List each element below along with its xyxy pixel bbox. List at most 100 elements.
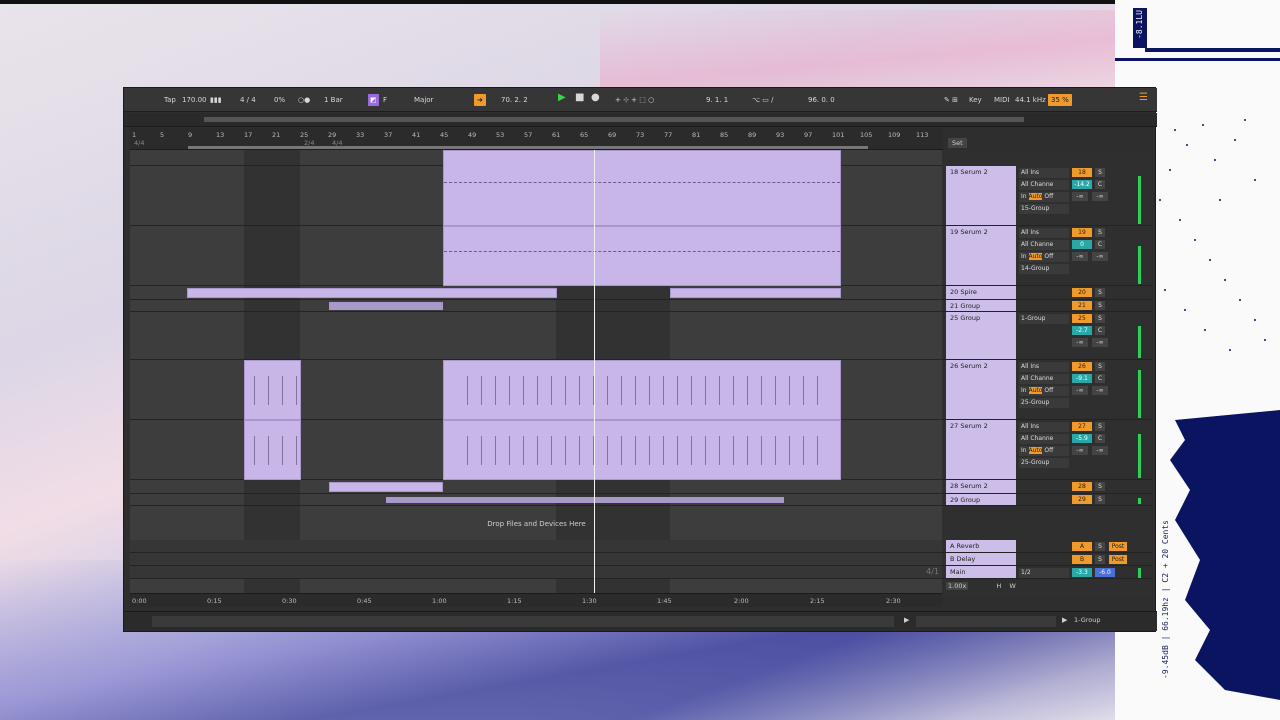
send-a[interactable]: -∞ [1072, 252, 1088, 261]
track-name[interactable]: A Reverb [946, 540, 1016, 552]
track-activator[interactable]: 20 [1072, 288, 1092, 297]
monitor-auto[interactable]: Auto [1028, 387, 1043, 394]
scale-select[interactable]: Major [414, 94, 433, 106]
time-ruler[interactable]: 0:00 0:15 0:30 0:45 1:00 1:15 1:30 1:45 … [130, 593, 943, 607]
return-lane[interactable] [130, 540, 943, 553]
monitor-buttons[interactable]: In Auto Off [1019, 192, 1069, 202]
solo-button[interactable]: S [1095, 422, 1105, 431]
w-button[interactable]: W [1009, 582, 1015, 590]
send-a[interactable]: -∞ [1072, 446, 1088, 455]
output-select[interactable]: 14-Group [1019, 264, 1069, 274]
tempo-field[interactable]: 170.00 [182, 94, 207, 106]
track-lane[interactable] [130, 360, 943, 420]
track-lane[interactable] [130, 226, 943, 286]
play-icon[interactable]: ▶ [558, 92, 566, 104]
selected-track-label[interactable]: 1-Group [1074, 616, 1101, 624]
mixer-track[interactable]: 28 Serum 2 28 S [942, 480, 1152, 494]
monitor-buttons[interactable]: In Auto Off [1019, 446, 1069, 456]
track-activator[interactable]: 29 [1072, 495, 1092, 504]
send-b[interactable]: -∞ [1092, 192, 1108, 201]
monitor-off[interactable]: Off [1044, 387, 1053, 394]
midi-clip[interactable] [244, 420, 301, 480]
monitor-buttons[interactable]: In Auto Off [1019, 252, 1069, 262]
track-name[interactable]: 21 Group [946, 300, 1016, 311]
volume-field[interactable]: -9.1 [1072, 374, 1092, 383]
return-track[interactable]: B Delay B S Post [942, 553, 1152, 566]
record-mode-icon[interactable]: ○● [298, 94, 310, 106]
track-io[interactable]: All Ins All Channe In Auto Off 25-Group [1019, 422, 1069, 470]
monitor-in[interactable]: In [1021, 447, 1027, 454]
draw-mode-icon[interactable]: ✎ ⊞ [944, 94, 958, 106]
follow-icon[interactable]: ➜ [474, 94, 486, 106]
peak-field[interactable]: -6.0 [1095, 568, 1115, 577]
solo-button[interactable]: S [1095, 495, 1105, 504]
pan-field[interactable]: C [1095, 374, 1105, 383]
track-name[interactable]: 18 Serum 2 [946, 166, 1016, 225]
track-arrow-icon[interactable]: ▶ [1062, 616, 1067, 624]
track-activator[interactable]: 21 [1072, 301, 1092, 310]
mixer-track[interactable]: 26 Serum 2 All Ins All Channe In Auto Of… [942, 360, 1152, 420]
solo-button[interactable]: S [1095, 362, 1105, 371]
track-activator[interactable]: 19 [1072, 228, 1092, 237]
mixer-track[interactable]: 18 Serum 2 All Ins All Channe In Auto Of… [942, 166, 1152, 226]
mixer-track[interactable]: 19 Serum 2 All Ins All Channe In Auto Of… [942, 226, 1152, 286]
send-b[interactable]: -∞ [1092, 338, 1108, 347]
monitor-off[interactable]: Off [1044, 193, 1053, 200]
track-lane[interactable] [130, 494, 943, 506]
volume-field[interactable]: 0 [1072, 240, 1092, 249]
volume-field[interactable]: -5.9 [1072, 434, 1092, 443]
channel-select[interactable]: All Channe [1019, 374, 1069, 384]
volume-field[interactable]: -14.2 [1072, 180, 1092, 189]
overview-bar[interactable] [204, 117, 1024, 122]
track-activator[interactable]: 18 [1072, 168, 1092, 177]
return-lane[interactable] [130, 553, 943, 566]
track-io[interactable]: All Ins All Channe In Auto Off 14-Group [1019, 228, 1069, 276]
song-position[interactable]: 70. 2. 2 [501, 94, 528, 106]
monitor-buttons[interactable]: In Auto Off [1019, 386, 1069, 396]
loop-start-field[interactable]: 9. 1. 1 [706, 94, 728, 106]
track-activator[interactable]: A [1072, 542, 1092, 551]
main-track[interactable]: Main 1/2 -3.3 -6.0 [942, 566, 1152, 579]
main-output[interactable]: 1/2 [1019, 568, 1069, 580]
track-name[interactable]: 25 Group [946, 312, 1016, 359]
zoom-field[interactable]: 1.00x [946, 582, 969, 590]
monitor-auto[interactable]: Auto [1028, 193, 1043, 200]
record-icon[interactable]: ● [591, 92, 600, 104]
monitor-off[interactable]: Off [1044, 447, 1053, 454]
mixer-track[interactable]: 25 Group 1-Group 25 -2.7 S C -∞ -∞ [942, 312, 1152, 360]
channel-select[interactable]: All Channe [1019, 240, 1069, 250]
midi-clip[interactable] [443, 420, 841, 480]
midi-clip[interactable] [244, 360, 301, 420]
track-name[interactable]: 28 Serum 2 [946, 480, 1016, 493]
monitor-auto[interactable]: Auto [1028, 253, 1043, 260]
menu-icon[interactable]: ☰ [1139, 92, 1148, 104]
output-select[interactable]: 25-Group [1019, 398, 1069, 408]
track-lane[interactable] [130, 300, 943, 312]
output-select[interactable]: 25-Group [1019, 458, 1069, 468]
scale-mode-icon[interactable]: ◩ [368, 94, 379, 106]
track-name[interactable]: 19 Serum 2 [946, 226, 1016, 285]
mixer-track[interactable]: 21 Group 21 S [942, 300, 1152, 312]
stop-icon[interactable]: ■ [575, 92, 584, 104]
send-b[interactable]: -∞ [1092, 386, 1108, 395]
time-signature[interactable]: 4 / 4 [240, 94, 256, 106]
track-lane[interactable] [130, 420, 943, 480]
output-select[interactable]: 1/2 [1019, 568, 1069, 578]
quantize-select[interactable]: 1 Bar [324, 94, 343, 106]
track-lane[interactable] [130, 150, 943, 226]
solo-button[interactable]: S [1095, 482, 1105, 491]
loop-brace[interactable] [188, 146, 868, 149]
monitor-auto[interactable]: Auto [1028, 447, 1043, 454]
monitor-in[interactable]: In [1021, 387, 1027, 394]
swing-field[interactable]: 0% [274, 94, 285, 106]
post-button[interactable]: Post [1109, 542, 1127, 551]
input-select[interactable]: All Ins [1019, 168, 1069, 178]
channel-select[interactable]: All Channe [1019, 180, 1069, 190]
monitor-in[interactable]: In [1021, 193, 1027, 200]
playhead[interactable] [594, 150, 595, 597]
return-track[interactable]: A Reverb A S Post [942, 540, 1152, 553]
midi-clip[interactable] [329, 482, 443, 492]
key-map-button[interactable]: Key [969, 94, 982, 106]
channel-select[interactable]: All Channe [1019, 434, 1069, 444]
solo-button[interactable]: S [1095, 301, 1105, 310]
